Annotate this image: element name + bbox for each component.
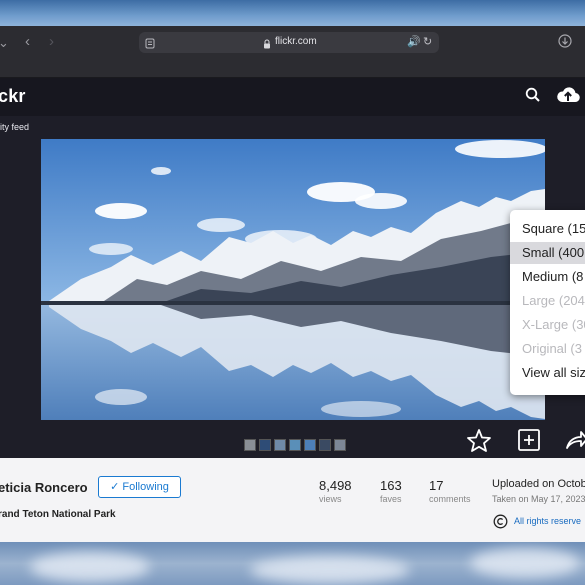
share-icon[interactable] <box>565 428 585 457</box>
faves-label: faves <box>380 494 402 504</box>
owner-name[interactable]: eticia Roncero <box>0 480 88 495</box>
comments-label: comments <box>429 494 471 504</box>
taken-date: Taken on May 17, 2023 <box>492 494 585 504</box>
views-label: views <box>319 494 342 504</box>
download-size-menu: Square (15 Small (400 Medium (8 Large (2… <box>510 210 585 395</box>
add-to-gallery-icon[interactable] <box>517 428 541 457</box>
desktop-wallpaper-top <box>0 0 585 26</box>
size-option-small[interactable]: Small (400 <box>510 242 585 264</box>
url-text[interactable]: flickr.com <box>275 36 317 47</box>
reader-icon[interactable] <box>145 36 155 54</box>
size-option-large: Large (204 <box>522 293 585 308</box>
comments-count: 17 <box>429 478 444 493</box>
search-icon[interactable] <box>525 87 541 108</box>
audio-icon[interactable]: 🔊 <box>407 35 421 48</box>
filmstrip-thumb[interactable] <box>334 439 346 451</box>
desktop-wallpaper-bottom <box>0 542 585 585</box>
views-stat: 8,498 views <box>319 478 352 504</box>
filmstrip-thumb[interactable] <box>319 439 331 451</box>
address-bar[interactable]: flickr.com 🔊 ↻ <box>139 32 439 53</box>
star-icon[interactable] <box>466 428 492 457</box>
upload-cloud-icon[interactable] <box>556 86 580 109</box>
following-label: Following <box>122 481 169 493</box>
following-button[interactable]: ✓ Following <box>98 476 181 498</box>
download-icon[interactable] <box>558 34 572 51</box>
filmstrip-thumb[interactable] <box>304 439 316 451</box>
size-option-medium[interactable]: Medium (8 <box>510 266 585 288</box>
filmstrip-thumb[interactable] <box>274 439 286 451</box>
photo-info-bar: eticia Roncero ✓ Following rand Teton Na… <box>0 458 585 542</box>
filmstrip-thumb[interactable] <box>289 439 301 451</box>
comments-stat: 17 comments <box>429 478 471 504</box>
upload-date: Uploaded on Octob <box>492 478 585 490</box>
size-option-original: Original (3 <box>522 341 582 356</box>
copyright-icon <box>493 514 508 534</box>
view-all-sizes-link[interactable]: View all siz <box>510 362 585 384</box>
flickr-logo[interactable]: ckr <box>0 86 26 107</box>
filmstrip-thumb[interactable] <box>244 439 256 451</box>
back-arrow-icon[interactable]: ‹ <box>25 34 30 49</box>
lock-icon <box>263 36 271 54</box>
browser-toolbar: ⌄ ‹ › flickr.com 🔊 ↻ <box>0 26 585 78</box>
photo-title: rand Teton National Park <box>0 509 116 520</box>
back-to-feed-link[interactable]: ity feed <box>0 122 29 132</box>
views-count: 8,498 <box>319 478 352 493</box>
site-header: ckr <box>0 78 585 116</box>
reload-icon[interactable]: ↻ <box>423 35 432 48</box>
forward-arrow-icon[interactable]: › <box>49 34 54 49</box>
size-option-xlarge: X-Large (30 <box>522 317 585 332</box>
faves-stat: 163 faves <box>380 478 402 504</box>
size-option-square[interactable]: Square (15 <box>510 218 585 240</box>
filmstrip-thumb[interactable] <box>259 439 271 451</box>
faves-count: 163 <box>380 478 402 493</box>
license-link[interactable]: All rights reserve <box>514 516 581 526</box>
main-photo[interactable] <box>41 139 545 420</box>
checkmark-icon: ✓ <box>110 481 120 493</box>
sidebar-toggle-icon[interactable]: ⌄ <box>0 36 9 50</box>
